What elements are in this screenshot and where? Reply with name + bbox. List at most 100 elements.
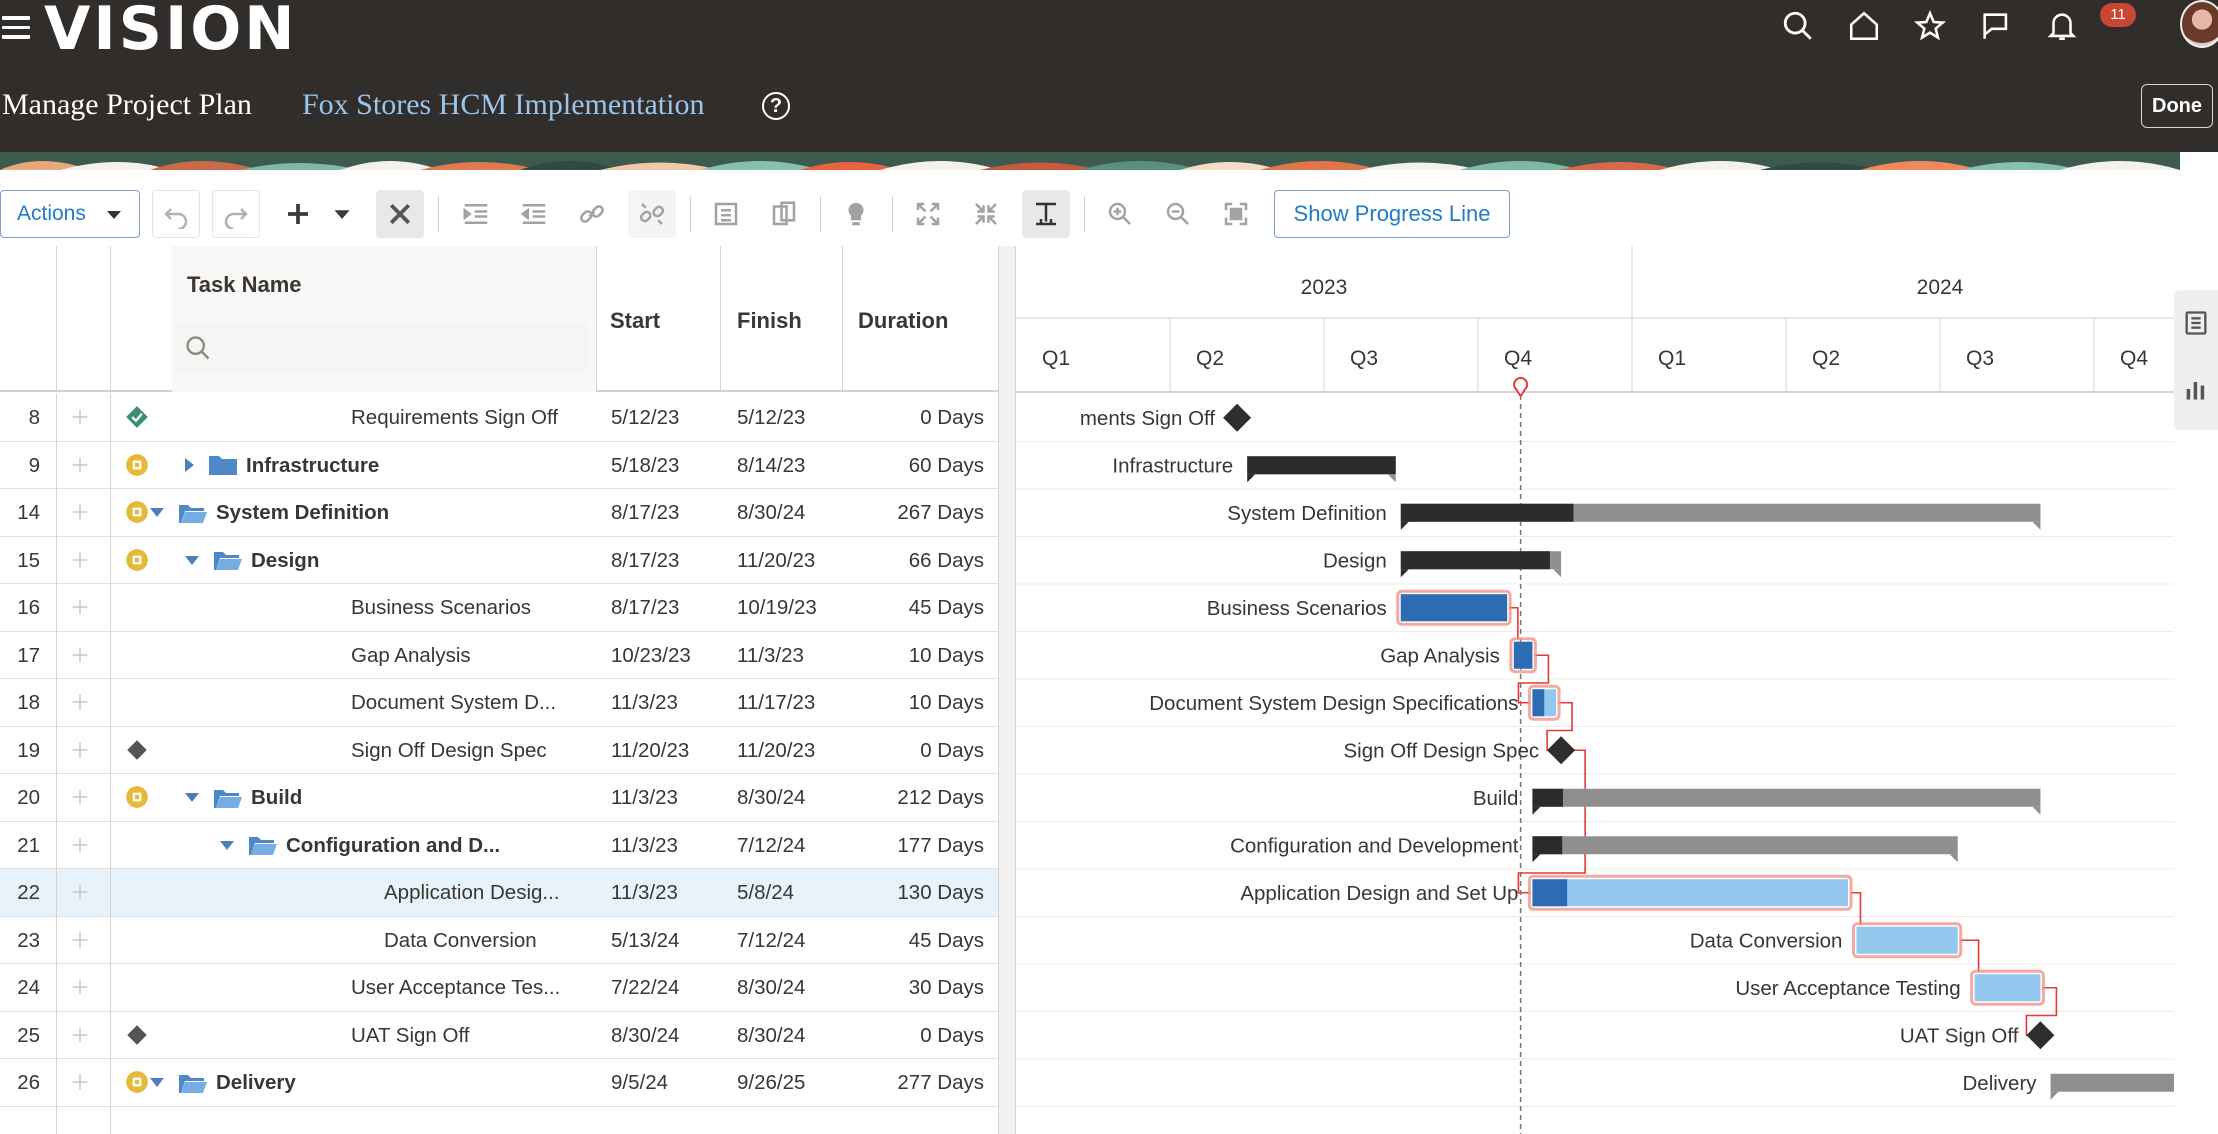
duration[interactable]: 277 Days bbox=[844, 1059, 984, 1106]
finish-date[interactable]: 11/17/23 bbox=[737, 679, 815, 726]
table-row[interactable]: 26 Delivery 9/5/24 9/26/25 277 Days bbox=[0, 1059, 1000, 1107]
table-row[interactable]: 18 Document System D... 11/3/23 11/17/23 10 … bbox=[0, 679, 1000, 727]
finish-date[interactable]: 8/30/24 bbox=[737, 964, 805, 1011]
finish-date[interactable]: 11/20/23 bbox=[737, 537, 815, 584]
table-row[interactable]: 21 Configuration and D... 11/3/23 7/12/24 17… bbox=[0, 822, 1000, 869]
search-icon[interactable] bbox=[1776, 4, 1820, 48]
task-bar[interactable] bbox=[1532, 879, 1849, 907]
finish-date[interactable]: 7/12/24 bbox=[737, 917, 805, 964]
table-row[interactable]: 19 Sign Off Design Spec 11/20/23 11/20/23 0 … bbox=[0, 727, 1000, 777]
navigator-menu-icon[interactable] bbox=[2, 16, 30, 39]
task-name-cell[interactable]: Design bbox=[185, 537, 319, 584]
duration[interactable]: 45 Days bbox=[844, 917, 984, 964]
task-name-cell[interactable]: Data Conversion bbox=[384, 917, 537, 964]
duration[interactable]: 66 Days bbox=[844, 537, 984, 584]
drag-handle-icon[interactable] bbox=[70, 774, 94, 824]
paste-icon[interactable] bbox=[760, 190, 808, 238]
finish-date[interactable]: 7/12/24 bbox=[737, 822, 805, 869]
table-row[interactable]: 9 Infrastructure 5/18/23 8/14/23 60 Days bbox=[0, 442, 1000, 492]
start-date[interactable]: 11/3/23 bbox=[611, 679, 678, 726]
task-name-cell[interactable]: User Acceptance Tes... bbox=[351, 964, 560, 1011]
user-avatar[interactable] bbox=[2180, 0, 2218, 48]
finish-date[interactable]: 10/19/23 bbox=[737, 584, 817, 631]
task-name-cell[interactable]: Delivery bbox=[150, 1059, 296, 1106]
drag-handle-icon[interactable] bbox=[70, 869, 94, 919]
task-name-cell[interactable]: UAT Sign Off bbox=[351, 1012, 470, 1059]
project-name-link[interactable]: Fox Stores HCM Implementation bbox=[302, 88, 704, 122]
flag-icon[interactable] bbox=[1974, 4, 2018, 48]
start-date[interactable]: 8/17/23 bbox=[611, 489, 679, 536]
start-date[interactable]: 9/5/24 bbox=[611, 1059, 668, 1106]
expand-icon[interactable] bbox=[904, 190, 952, 238]
drag-handle-icon[interactable] bbox=[70, 727, 94, 777]
duration[interactable]: 0 Days bbox=[844, 727, 984, 774]
column-header-task-name[interactable]: Task Name bbox=[187, 272, 302, 298]
start-date[interactable]: 8/17/23 bbox=[611, 584, 679, 631]
link-icon[interactable] bbox=[568, 190, 616, 238]
column-header-duration[interactable]: Duration bbox=[858, 308, 948, 334]
drag-handle-icon[interactable] bbox=[70, 1059, 94, 1109]
finish-date[interactable]: 5/8/24 bbox=[737, 869, 794, 916]
finish-date[interactable]: 9/26/25 bbox=[737, 1059, 805, 1106]
zoom-in-icon[interactable] bbox=[1096, 190, 1144, 238]
start-date[interactable]: 7/22/24 bbox=[611, 964, 679, 1011]
home-icon[interactable] bbox=[1842, 4, 1886, 48]
duration[interactable]: 0 Days bbox=[844, 1012, 984, 1059]
table-row[interactable]: 17 Gap Analysis 10/23/23 11/3/23 10 Days bbox=[0, 632, 1000, 682]
bell-icon[interactable] bbox=[2040, 4, 2084, 48]
drag-handle-icon[interactable] bbox=[70, 442, 94, 492]
unlink-icon[interactable] bbox=[628, 190, 676, 238]
redo-icon[interactable] bbox=[212, 190, 260, 238]
duration[interactable]: 10 Days bbox=[844, 679, 984, 726]
zoom-out-icon[interactable] bbox=[1154, 190, 1202, 238]
add-menu-caret-icon[interactable] bbox=[318, 190, 366, 238]
table-view-icon[interactable] bbox=[2174, 290, 2218, 356]
table-row[interactable]: 23 Data Conversion 5/13/24 7/12/24 45 Days bbox=[0, 917, 1000, 967]
duration[interactable]: 130 Days bbox=[844, 869, 984, 916]
start-date[interactable]: 5/18/23 bbox=[611, 442, 679, 489]
start-date[interactable]: 10/23/23 bbox=[611, 632, 691, 679]
start-date[interactable]: 11/3/23 bbox=[611, 869, 678, 916]
task-bar[interactable] bbox=[1856, 926, 1958, 954]
lightbulb-icon[interactable] bbox=[832, 190, 880, 238]
duration[interactable]: 45 Days bbox=[844, 584, 984, 631]
indent-icon[interactable] bbox=[452, 190, 500, 238]
start-date[interactable]: 5/13/24 bbox=[611, 917, 679, 964]
details-icon[interactable] bbox=[702, 190, 750, 238]
task-name-cell[interactable]: Document System D... bbox=[351, 679, 556, 726]
task-name-cell[interactable]: Configuration and D... bbox=[220, 822, 500, 869]
drag-handle-icon[interactable] bbox=[70, 632, 94, 682]
collapse-icon[interactable] bbox=[962, 190, 1010, 238]
help-icon[interactable]: ? bbox=[762, 92, 790, 120]
collapse-triangle-icon[interactable] bbox=[150, 508, 164, 517]
drag-handle-icon[interactable] bbox=[70, 917, 94, 967]
finish-date[interactable]: 8/30/24 bbox=[737, 1012, 805, 1059]
table-row[interactable]: 22 Application Desig... 11/3/23 5/8/24 130 D… bbox=[0, 869, 1000, 917]
duration[interactable]: 0 Days bbox=[844, 394, 984, 441]
milestone-marker[interactable] bbox=[1547, 736, 1576, 765]
table-row[interactable]: 15 Design 8/17/23 11/20/23 66 Days bbox=[0, 537, 1000, 587]
column-header-start[interactable]: Start bbox=[610, 308, 660, 334]
finish-date[interactable]: 8/30/24 bbox=[737, 489, 805, 536]
actions-menu-button[interactable]: Actions bbox=[0, 190, 140, 238]
milestone-marker[interactable] bbox=[1223, 403, 1252, 432]
drag-handle-icon[interactable] bbox=[70, 394, 94, 444]
task-name-cell[interactable]: Build bbox=[185, 774, 302, 821]
finish-date[interactable]: 11/20/23 bbox=[737, 727, 815, 774]
task-name-filter-input[interactable] bbox=[220, 328, 580, 366]
collapse-triangle-icon[interactable] bbox=[185, 555, 199, 565]
drag-handle-icon[interactable] bbox=[70, 489, 94, 539]
milestone-marker[interactable] bbox=[2026, 1021, 2055, 1050]
start-date[interactable]: 11/3/23 bbox=[611, 774, 678, 821]
duration[interactable]: 60 Days bbox=[844, 442, 984, 489]
chart-view-icon[interactable] bbox=[2174, 356, 2218, 422]
summary-bar[interactable] bbox=[1532, 788, 2041, 807]
undo-icon[interactable] bbox=[152, 190, 200, 238]
duration[interactable]: 30 Days bbox=[844, 964, 984, 1011]
drag-handle-icon[interactable] bbox=[70, 537, 94, 587]
delete-icon[interactable] bbox=[376, 190, 424, 238]
task-name-filter[interactable] bbox=[176, 322, 588, 372]
collapse-triangle-icon[interactable] bbox=[185, 793, 199, 802]
column-header-finish[interactable]: Finish bbox=[737, 308, 802, 334]
expand-triangle-icon[interactable] bbox=[185, 458, 194, 472]
